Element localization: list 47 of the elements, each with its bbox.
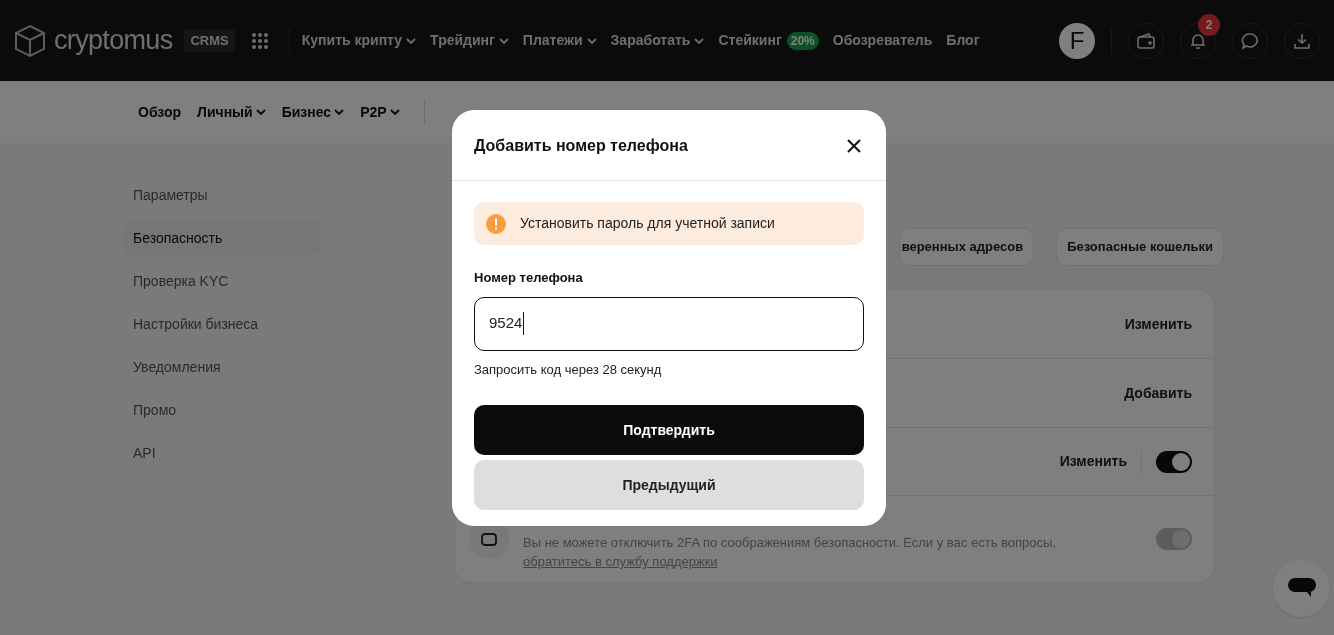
logo-text[interactable]: cryptomus bbox=[54, 20, 173, 61]
sidebar-item[interactable]: Проверка KYC bbox=[123, 263, 321, 299]
nav-link[interactable]: Платежи bbox=[522, 30, 597, 51]
sidebar-item[interactable]: Промо bbox=[123, 392, 321, 428]
close-icon bbox=[847, 139, 861, 153]
bell-icon bbox=[1189, 31, 1207, 50]
close-button[interactable] bbox=[847, 139, 861, 153]
phone-input-field[interactable]: 9524 bbox=[474, 296, 864, 351]
subnav-link[interactable]: P2P bbox=[360, 101, 400, 123]
subnav-link[interactable]: Бизнес bbox=[281, 101, 345, 123]
action-link[interactable]: Изменить bbox=[1124, 313, 1192, 335]
nav-link[interactable]: Обозреватель bbox=[832, 30, 933, 51]
security-notice: Вы не можете отключить 2FA по соображениям безопасности. Если у вас есть вопросы, обратитесь в службу поддержки bbox=[523, 534, 1057, 571]
action-link[interactable]: Изменить bbox=[1059, 451, 1127, 472]
download-icon bbox=[1293, 31, 1311, 50]
tab[interactable]: Безопасные кошельки bbox=[1056, 228, 1224, 266]
confirm-button[interactable]: Подтвердить bbox=[474, 405, 864, 455]
warning-icon bbox=[486, 213, 506, 234]
avatar[interactable]: F bbox=[1059, 22, 1095, 59]
cube-logo-icon bbox=[14, 23, 46, 58]
wallet-icon bbox=[1137, 32, 1155, 49]
logo-badge: CRMS bbox=[184, 28, 235, 53]
sidebar-item[interactable]: Уведомления bbox=[123, 349, 321, 385]
toggle-switch[interactable] bbox=[1156, 450, 1192, 473]
tab[interactable]: веренных адресов bbox=[898, 228, 1035, 266]
speech-bubble-icon bbox=[1241, 31, 1259, 50]
apps-grid-icon[interactable] bbox=[250, 31, 269, 50]
subnav-link[interactable]: Личный bbox=[197, 101, 266, 123]
sidebar-item[interactable]: API bbox=[123, 435, 321, 471]
nav-link[interactable]: Блог bbox=[946, 30, 980, 51]
sidebar-item[interactable]: Параметры bbox=[123, 177, 321, 213]
field-label: Номер телефона bbox=[474, 269, 584, 287]
nav-link[interactable]: Стейкинг 20% bbox=[718, 30, 819, 51]
subnav-link[interactable]: Обзор bbox=[138, 101, 182, 123]
previous-button[interactable]: Предыдущий bbox=[474, 460, 864, 510]
dialog-title: Добавить номер телефона bbox=[474, 136, 688, 156]
alert-text: Установить пароль для учетной записи bbox=[520, 214, 775, 233]
sidebar-item[interactable]: Безопасность bbox=[123, 220, 321, 256]
action-link[interactable]: Добавить bbox=[1124, 382, 1192, 404]
notification-badge: 2 bbox=[1198, 13, 1220, 36]
nav-link[interactable]: Трейдинг bbox=[430, 30, 509, 51]
nav-link[interactable]: Купить крипту bbox=[301, 30, 417, 51]
chat-launcher-button[interactable] bbox=[1273, 560, 1330, 617]
percent-badge: 20% bbox=[786, 31, 819, 50]
sidebar-item[interactable]: Настройки бизнеса bbox=[123, 306, 321, 342]
nav-link[interactable]: Заработать bbox=[610, 30, 705, 51]
resend-hint: Запросить код через 28 секунд bbox=[474, 360, 663, 379]
